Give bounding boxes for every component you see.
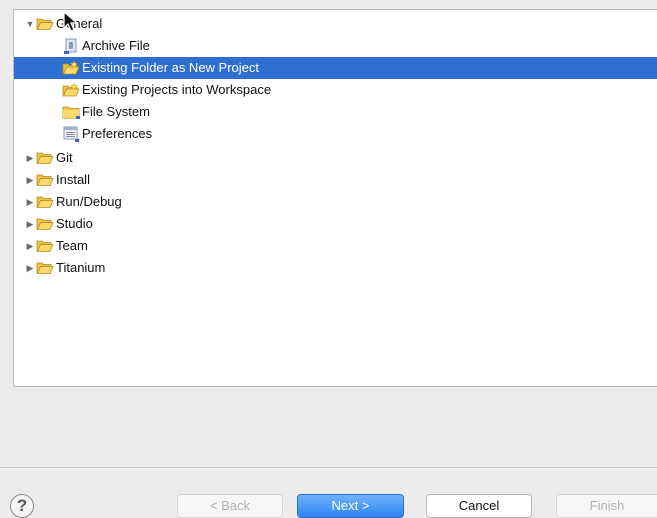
tree-item-label: Titanium [56,260,106,275]
tree-item-label: Studio [56,216,93,231]
tree-item-studio[interactable]: ▶ Studio [14,213,657,235]
disclosure-collapsed-icon[interactable]: ▶ [24,263,36,274]
tree-item-run-debug[interactable]: ▶ Run/Debug [14,191,657,213]
help-button[interactable]: ? [10,494,34,518]
folder-open-icon [36,172,54,188]
tree-item-git[interactable]: ▶ Git [14,147,657,169]
folder-open-icon [36,194,54,210]
tree-item-existing-folder-as-new-project[interactable]: Existing Folder as New Project [14,57,657,79]
archive-file-icon [62,38,80,54]
tree-item-team[interactable]: ▶ Team [14,235,657,257]
tree-item-label: Git [56,150,73,165]
tree-item-label: Preferences [82,126,153,141]
tree-item-install[interactable]: ▶ Install [14,169,657,191]
folder-open-icon [36,16,54,32]
tree-item-existing-projects-into-workspace[interactable]: Existing Projects into Workspace [14,79,657,101]
tree-item-archive-file[interactable]: Archive File [14,35,657,57]
back-button[interactable]: < Back [177,494,283,518]
tree-item-label: Archive File [82,38,150,53]
tree-item-label: Run/Debug [56,194,122,209]
disclosure-collapsed-icon[interactable]: ▶ [24,175,36,186]
preferences-icon [62,126,80,142]
next-button[interactable]: Next > [297,494,404,518]
tree-item-file-system[interactable]: File System [14,101,657,123]
folder-open-icon [36,260,54,276]
cancel-button[interactable]: Cancel [426,494,532,518]
folder-open-icon [36,150,54,166]
folder-icon [62,104,80,120]
disclosure-collapsed-icon[interactable]: ▶ [24,219,36,230]
mouse-cursor-icon [63,11,79,32]
folder-project-icon [62,60,80,76]
disclosure-collapsed-icon[interactable]: ▶ [24,153,36,164]
wizard-tree[interactable]: ▼ General Archive File Existing Folder a… [13,9,657,387]
folder-open-icon [36,216,54,232]
tree-item-label: Team [56,238,88,253]
disclosure-collapsed-icon[interactable]: ▶ [24,241,36,252]
tree-item-label: File System [82,104,150,119]
folder-project-icon [62,82,80,98]
tree-item-general[interactable]: ▼ General [14,13,657,35]
folder-open-icon [36,238,54,254]
tree-item-titanium[interactable]: ▶ Titanium [14,257,657,279]
tree-item-preferences[interactable]: Preferences [14,123,657,145]
tree-item-label: Existing Projects into Workspace [82,82,272,97]
disclosure-expanded-icon[interactable]: ▼ [24,19,36,29]
tree-item-label: Install [56,172,90,187]
tree-item-label: Existing Folder as New Project [82,60,260,75]
footer-divider [0,467,657,468]
disclosure-collapsed-icon[interactable]: ▶ [24,197,36,208]
finish-button[interactable]: Finish [556,494,657,518]
